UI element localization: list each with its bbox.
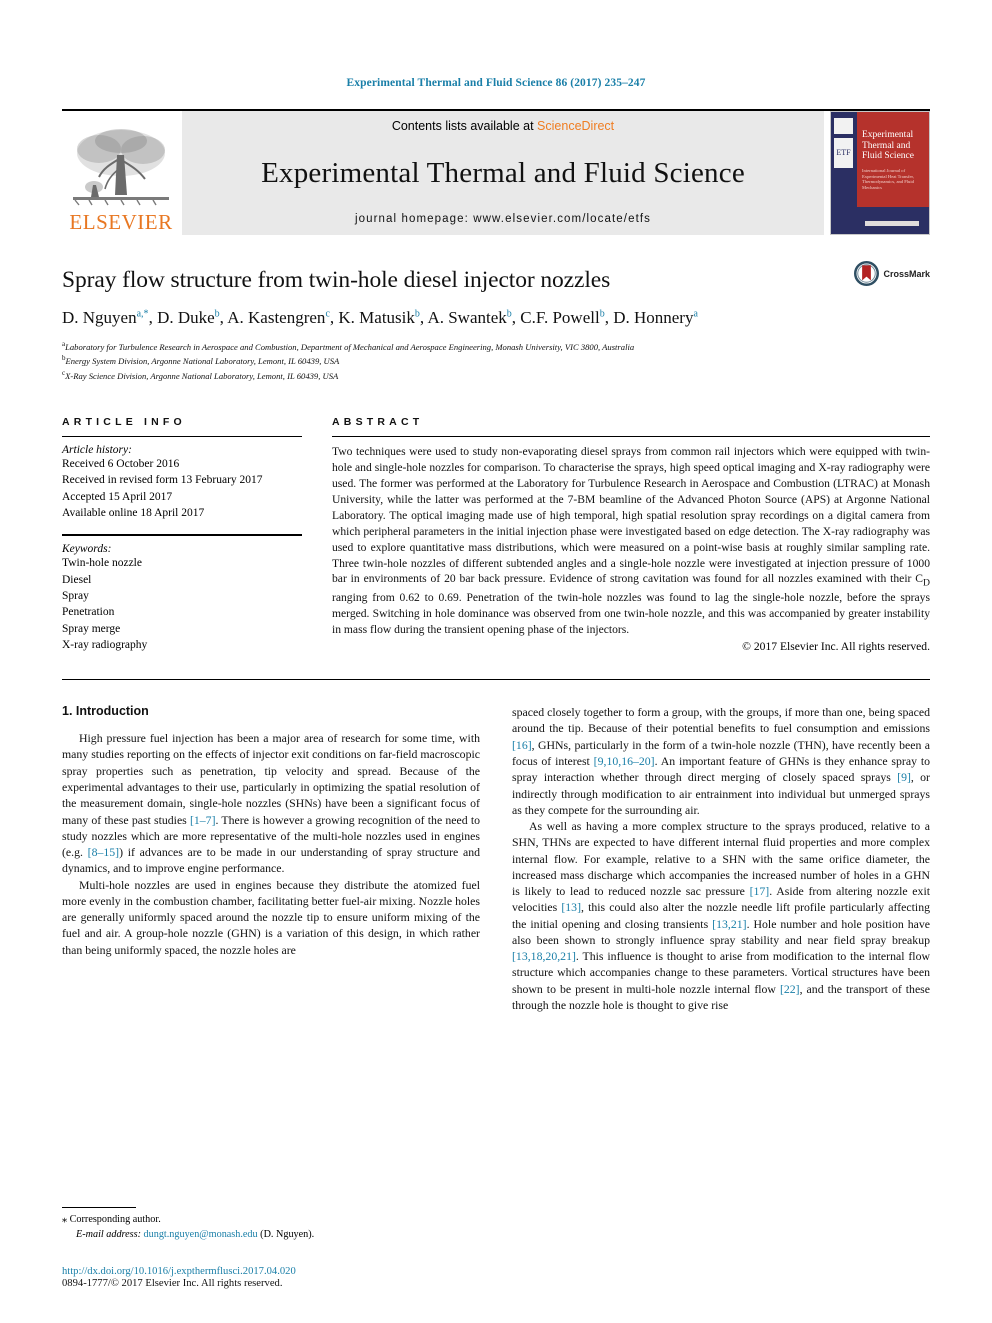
email-note: E-mail address: dungt.nguyen@monash.edu … xyxy=(62,1228,462,1243)
elsevier-wordmark: ELSEVIER xyxy=(69,210,173,234)
keyword-item: Penetration xyxy=(62,606,115,619)
citation-link[interactable]: [8–15] xyxy=(88,845,119,859)
body-paragraph: High pressure fuel injection has been a … xyxy=(62,731,480,876)
section-title-introduction: 1. Introduction xyxy=(62,704,149,719)
body-paragraph: As well as having a more complex structu… xyxy=(512,819,931,1012)
keywords-label: Keywords: xyxy=(62,543,112,556)
article-history-list: Received 6 October 2016 Received in revi… xyxy=(62,456,302,521)
keyword-item: X-ray radiography xyxy=(62,638,148,651)
running-head: Experimental Thermal and Fluid Science 8… xyxy=(346,77,646,89)
citation-link[interactable]: [9,10,16–20] xyxy=(594,754,655,768)
journal-band: Contents lists available at ScienceDirec… xyxy=(182,111,824,235)
elsevier-logo: ELSEVIER xyxy=(62,111,180,235)
affiliation-item: bEnergy System Division, Argonne Nationa… xyxy=(62,354,340,367)
info-abstract-row: ARTICLE INFO Article history: Received 6… xyxy=(62,416,930,653)
article-info-heading: ARTICLE INFO xyxy=(62,415,186,428)
abstract-rule-top xyxy=(332,435,930,437)
citation-link[interactable]: [17] xyxy=(750,884,770,898)
journal-masthead: ELSEVIER Contents lists available at Sci… xyxy=(62,109,930,235)
author-list: D. Nguyena,*, D. Dukeb, A. Kastengrenc, … xyxy=(62,308,698,327)
journal-title: Experimental Thermal and Fluid Science xyxy=(261,156,745,189)
doi-link[interactable]: http://dx.doi.org/10.1016/j.expthermflus… xyxy=(62,1266,462,1277)
crossmark-icon xyxy=(854,261,880,286)
email-link[interactable]: dungt.nguyen@monash.edu xyxy=(144,1229,258,1240)
abstract-text: Two techniques were used to study non-ev… xyxy=(332,444,930,636)
email-suffix: (D. Nguyen). xyxy=(260,1229,315,1241)
cover-subtitle: International Journal of Experimental He… xyxy=(862,168,914,191)
abstract-heading: ABSTRACT xyxy=(332,415,424,428)
citation-link[interactable]: [9] xyxy=(897,770,911,784)
footnote-area: ⁎ Corresponding author. E-mail address: … xyxy=(62,1207,462,1289)
affiliation-item: aLaboratory for Turbulence Research in A… xyxy=(62,340,635,352)
keywords-list: Twin-hole nozzle Diesel Spray Penetratio… xyxy=(62,555,302,653)
body-column-right: spaced closely together to form a group,… xyxy=(512,704,930,1013)
keyword-item: Twin-hole nozzle xyxy=(62,557,142,570)
article-history-label: Article history: xyxy=(62,443,132,456)
crossmark-badge[interactable]: CrossMark xyxy=(854,261,930,286)
body-paragraph: Multi-hole nozzles are used in engines b… xyxy=(62,877,480,957)
citation-link[interactable]: [16] xyxy=(512,738,532,752)
cover-top-badge-icon xyxy=(834,118,853,134)
history-item: Received 6 October 2016 xyxy=(62,457,180,470)
citation-link[interactable]: [1–7] xyxy=(190,813,216,827)
affiliation-item: cX-Ray Science Division, Argonne Nationa… xyxy=(62,368,339,381)
citation-link[interactable]: [13,18,20,21] xyxy=(512,949,576,963)
citation-link[interactable]: [22] xyxy=(780,982,800,996)
abstract-column: ABSTRACT Two techniques were used to stu… xyxy=(332,416,930,653)
contents-prefix: Contents lists available at xyxy=(391,119,534,133)
keyword-item: Diesel xyxy=(62,573,92,586)
cover-etf-badge: ETF xyxy=(834,138,853,168)
history-item: Accepted 15 April 2017 xyxy=(62,490,173,503)
sciencedirect-link[interactable]: ScienceDirect xyxy=(537,119,614,133)
citation-link[interactable]: [13] xyxy=(561,900,581,914)
citation-link[interactable]: [13,21] xyxy=(712,917,746,931)
journal-cover-thumbnail: ETF Experimental Thermal and Fluid Scien… xyxy=(830,111,930,235)
email-label: E-mail address: xyxy=(76,1229,141,1241)
crossmark-label: CrossMark xyxy=(883,268,930,279)
body-column-left: 1. Introduction High pressure fuel injec… xyxy=(62,704,480,1013)
journal-homepage-link[interactable]: journal homepage: www.elsevier.com/locat… xyxy=(355,213,651,225)
article-info-column: ARTICLE INFO Article history: Received 6… xyxy=(62,416,302,653)
title-block: CrossMark Spray flow structure from twin… xyxy=(62,261,930,382)
corresponding-author-note: ⁎ Corresponding author. xyxy=(62,1213,462,1228)
elsevier-tree-icon xyxy=(73,129,169,206)
cover-title: Experimental Thermal and Fluid Science xyxy=(862,130,914,162)
keyword-item: Spray merge xyxy=(62,622,121,635)
abstract-copyright: © 2017 Elsevier Inc. All rights reserved… xyxy=(742,639,930,653)
body-columns: 1. Introduction High pressure fuel injec… xyxy=(62,704,930,1013)
history-item: Available online 18 April 2017 xyxy=(62,506,205,519)
article-info-rule-top xyxy=(62,435,302,437)
corresponding-marker: ⁎ xyxy=(62,1214,68,1226)
corresponding-text: Corresponding author. xyxy=(69,1214,161,1226)
cover-footer-bar xyxy=(865,221,919,226)
affiliation-list: aLaboratory for Turbulence Research in A… xyxy=(62,339,930,382)
page-title: Spray flow structure from twin-hole dies… xyxy=(62,267,611,293)
keyword-item: Spray xyxy=(62,589,89,602)
contents-available-line: Contents lists available at ScienceDirec… xyxy=(392,119,614,133)
body-paragraph: spaced closely together to form a group,… xyxy=(512,705,931,817)
doi-block: http://dx.doi.org/10.1016/j.expthermflus… xyxy=(62,1266,462,1289)
history-item: Received in revised form 13 February 201… xyxy=(62,474,263,487)
body-separator-rule xyxy=(62,679,930,681)
issn-copyright-line: 0894-1777/© 2017 Elsevier Inc. All right… xyxy=(62,1278,283,1289)
article-page: Experimental Thermal and Fluid Science 8… xyxy=(0,0,992,1323)
footnote-rule xyxy=(62,1207,136,1209)
keywords-rule xyxy=(62,534,302,537)
